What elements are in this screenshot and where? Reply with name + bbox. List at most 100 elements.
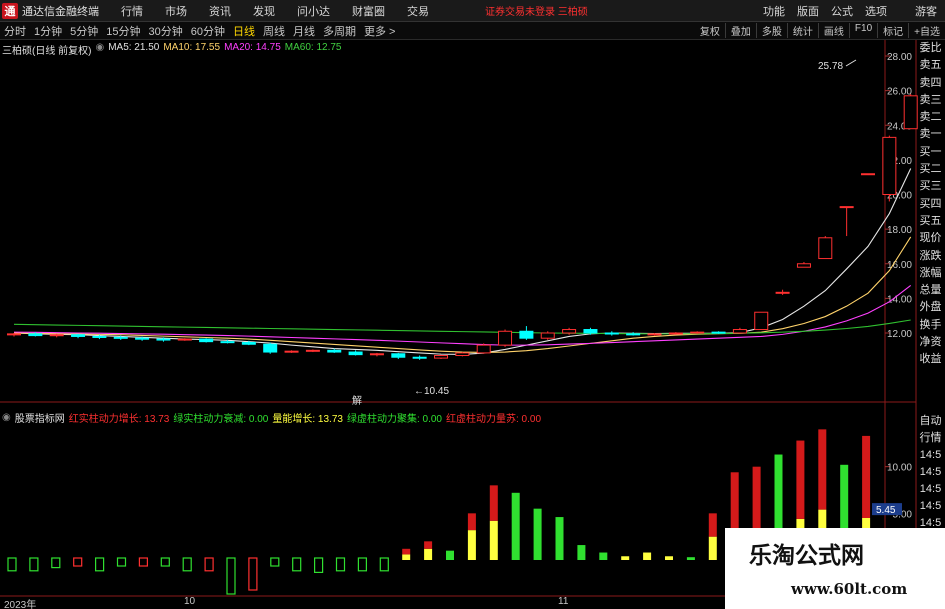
candle-body-up	[690, 331, 705, 334]
candle-body-up	[369, 353, 384, 356]
candle-body-up	[818, 237, 833, 260]
quote-field-label: 净资	[919, 336, 942, 349]
tick-time-label: 14:5	[919, 483, 942, 495]
time-label: 2023年	[4, 600, 37, 609]
tick-time-label: 14:5	[919, 449, 942, 461]
quote-field-label: 卖三	[919, 93, 942, 106]
time-label: 10	[184, 596, 196, 607]
ind-y-tick-label: 10.00	[887, 463, 912, 474]
candle-body-down	[135, 337, 150, 340]
indicator-bar-red	[424, 541, 433, 549]
candle-body-down	[113, 336, 128, 339]
candle-body-down	[28, 333, 43, 337]
indicator-bar-yellow	[643, 552, 652, 560]
candle-body-up	[754, 311, 769, 331]
candle-body-up	[7, 333, 21, 336]
indicator-bar-hollow	[73, 557, 83, 567]
candle-body-up	[839, 206, 854, 209]
candle-body-down	[92, 335, 107, 338]
candle-body-down	[412, 356, 427, 359]
quote-field-label: 卖四	[919, 76, 942, 89]
indicator-bar-hollow	[116, 557, 127, 567]
y-tick-label: 12.00	[887, 329, 912, 340]
indicator-name[interactable]: 股票指标网	[15, 410, 65, 425]
indicator-bar-hollow	[51, 557, 61, 569]
indicator-bar-red	[402, 548, 411, 555]
quote-field-label: 外盘	[919, 301, 942, 314]
candle-body-down	[626, 333, 641, 336]
quote-field-label: 涨幅	[919, 266, 942, 279]
high-price-pointer	[845, 59, 857, 67]
indicator-bar-red	[752, 466, 761, 532]
watermark: 乐淘公式网 www.60lt.com	[725, 528, 945, 609]
candle-body-up	[455, 352, 470, 357]
ma5-label: MA5: 21.50	[108, 42, 160, 53]
candle-body-up	[775, 291, 790, 294]
chart-mode: (日线 前复权)	[32, 46, 92, 57]
ma-settings-icon[interactable]: ◉	[95, 42, 104, 57]
indicator-bar-green	[577, 545, 586, 560]
indicator-bar-hollow	[160, 557, 170, 567]
ma-legend: 三柏硕 (日线 前复权) ◉ MA5: 21.50 MA10: 17.55 MA…	[2, 42, 346, 57]
indicator-bar-yellow	[665, 556, 673, 560]
tick-panel-tab[interactable]: 行情	[916, 430, 945, 447]
indicator-bar-yellow	[489, 520, 498, 560]
candle-body-up	[49, 334, 64, 337]
y-tick-label: 14.00	[887, 294, 912, 305]
indicator-bar-red	[708, 513, 717, 537]
candle-body-up	[861, 173, 875, 176]
indicator-bar-hollow	[182, 557, 192, 572]
indicator-bar-yellow	[402, 554, 411, 560]
quote-field-label: 买二	[919, 163, 942, 176]
candle-body-up	[882, 136, 897, 195]
indicator-item: 红实柱动力增长: 13.73	[68, 414, 170, 425]
indicator-bar-hollow	[248, 557, 258, 591]
tick-panel-tab[interactable]: 自动	[916, 413, 945, 430]
indicator-bar-red	[862, 435, 871, 518]
indicator-bar-hollow	[138, 557, 148, 567]
candle-body-down	[220, 341, 235, 344]
candle-body-up	[540, 332, 555, 339]
indicator-bar-green	[446, 550, 454, 560]
quote-field-label: 总量	[919, 284, 942, 297]
indicator-bar-yellow	[708, 536, 717, 560]
indicator-bar-hollow	[292, 557, 302, 572]
quote-field-label: 换手	[919, 318, 942, 331]
y-tick-label: 28.00	[887, 52, 912, 63]
indicator-bar-hollow	[379, 557, 389, 572]
quote-field-label: 委比	[919, 42, 942, 54]
indicator-bar-green	[511, 492, 520, 560]
indicator-bar-red	[796, 440, 805, 519]
indicator-bar-red	[489, 485, 498, 521]
indicator-bar-hollow	[226, 557, 236, 595]
indicator-item: 红虚柱动力量苏: 0.00	[445, 414, 542, 425]
candle-body-up	[284, 350, 299, 353]
watermark-text: 乐淘公式网	[749, 543, 864, 569]
indicator-bar-hollow	[204, 557, 214, 572]
indicator-bar-hollow	[314, 557, 324, 573]
indicator-item: 绿虚柱动力聚集: 0.00	[346, 414, 442, 425]
indicator-bar-red	[818, 429, 827, 510]
candle-body-down	[199, 338, 214, 343]
candle-body-up	[177, 338, 192, 341]
candle-body-up	[668, 332, 683, 335]
candle-body-down	[156, 338, 171, 341]
event-mark: 解	[352, 394, 362, 407]
indicator-bar-yellow	[621, 556, 630, 560]
quote-field-label: 收益	[919, 353, 942, 366]
indicator-bar-yellow	[467, 530, 476, 560]
kline-chart[interactable]: 12.0014.0016.0018.0020.0022.0024.0026.00…	[0, 0, 945, 609]
stock-name: 三柏硕	[2, 46, 32, 57]
indicator-bar-red	[467, 513, 476, 531]
quote-field-label: 卖一	[919, 128, 942, 141]
time-label: 11	[558, 596, 569, 607]
candle-body-down	[391, 353, 406, 358]
ma10-label: MA10: 17.55	[163, 42, 221, 53]
quote-field-label: 涨跌	[919, 249, 942, 262]
candle-body-up	[732, 329, 747, 334]
watermark-url: www.60lt.com	[791, 580, 908, 598]
indicator-settings-icon[interactable]: ◉	[2, 412, 11, 423]
tick-time-label: 14:5	[919, 500, 942, 512]
candle-body-down	[263, 343, 278, 353]
quote-field-label: 卖二	[919, 111, 942, 124]
